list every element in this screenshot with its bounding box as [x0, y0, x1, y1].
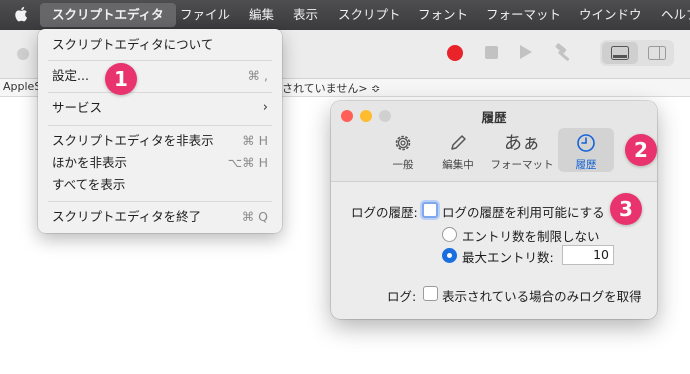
tab-history[interactable]: 履歴 [558, 128, 614, 172]
menu-item-shortcut: ⌘ Q [241, 209, 268, 224]
menu-item-label: スクリプトエディタについて [52, 37, 214, 52]
menu-file[interactable]: ファイル [180, 7, 230, 23]
menu-item-label: スクリプトエディタを非表示 [52, 133, 214, 148]
element-selector[interactable]: されていません> ≎ [282, 80, 380, 96]
menu-script-editor[interactable]: スクリプトエディタ [52, 7, 164, 23]
app-menu-dropdown: スクリプトエディタについて 設定... ⌘ , サービス › スクリプトエディタ… [38, 29, 282, 233]
menu-bar: スクリプトエディタ ファイル 編集 表示 スクリプト フォント フォーマット ウ… [0, 0, 690, 30]
tab-editing[interactable]: 編集中 [430, 128, 486, 172]
menu-format[interactable]: フォーマット [486, 7, 561, 23]
language-selector[interactable]: AppleS [3, 80, 41, 93]
pencil-icon [451, 135, 466, 150]
max-entries-field[interactable]: 10 [562, 245, 614, 265]
menu-item-shortcut: ⌘ H [242, 133, 268, 148]
menu-script[interactable]: スクリプト [338, 7, 401, 23]
step-badge-1: 1 [105, 63, 137, 95]
menu-item-settings[interactable]: 設定... ⌘ , [52, 66, 268, 86]
tab-label: 履歴 [575, 159, 597, 171]
view-toggle[interactable] [600, 40, 674, 66]
menu-item-about[interactable]: スクリプトエディタについて [52, 35, 268, 55]
menu-item-show-all[interactable]: すべてを表示 [52, 175, 268, 195]
menu-font[interactable]: フォント [418, 7, 468, 23]
menu-view[interactable]: 表示 [293, 7, 318, 23]
menu-separator [48, 125, 272, 126]
history-label: ログの履歴: [351, 205, 418, 220]
step-badge-3: 3 [610, 193, 642, 225]
menu-item-label: スクリプトエディタを終了 [52, 209, 202, 224]
menu-item-label: 設定... [52, 68, 89, 83]
stop-button[interactable] [485, 46, 498, 59]
menu-separator [48, 201, 272, 202]
unlimited-entries-radio[interactable] [442, 227, 457, 242]
side-pane-icon[interactable] [648, 46, 666, 60]
tab-formatting[interactable]: あぁ フォーマット [491, 128, 554, 172]
menu-item-shortcut: ⌥⌘ H [227, 155, 268, 170]
chevron-right-icon: › [262, 100, 268, 115]
menu-item-hide[interactable]: スクリプトエディタを非表示 ⌘ H [52, 131, 268, 151]
menu-item-quit[interactable]: スクリプトエディタを終了 ⌘ Q [52, 207, 268, 227]
log-only-visible-label: 表示されている場合のみログを取得 [442, 289, 642, 304]
menu-edit[interactable]: 編集 [249, 7, 274, 23]
clock-icon [577, 134, 595, 152]
max-entries-radio[interactable] [442, 248, 457, 263]
menu-item-shortcut: ⌘ , [247, 68, 268, 83]
enable-history-label: ログの履歴を利用可能にする [442, 205, 605, 220]
compile-hammer-icon[interactable] [551, 41, 575, 65]
record-button[interactable] [447, 45, 463, 61]
max-entries-label: 最大エントリ数: [462, 250, 554, 265]
menu-item-label: すべてを表示 [52, 177, 126, 192]
menu-separator [48, 92, 272, 93]
menu-separator [48, 60, 272, 61]
window-close-dot[interactable] [17, 48, 29, 60]
menu-item-label: サービス [52, 100, 103, 115]
preferences-window: 履歴 一般 編集中 あぁ フォーマット 履歴 ログの履歴: ログの履歴を利用可能… [331, 101, 657, 319]
gear-icon [395, 135, 411, 151]
menu-item-services[interactable]: サービス › [52, 98, 268, 118]
menu-window[interactable]: ウインドウ [579, 7, 642, 23]
log-only-visible-checkbox[interactable] [423, 286, 438, 301]
step-badge-2: 2 [625, 134, 657, 166]
apple-icon[interactable] [14, 5, 30, 23]
window-title: 履歴 [481, 110, 507, 125]
unlimited-entries-label: エントリ数を制限しない [462, 229, 600, 244]
run-button[interactable] [520, 45, 532, 59]
menu-item-hide-others[interactable]: ほかを非表示 ⌥⌘ H [52, 153, 268, 173]
log-label: ログ: [387, 289, 417, 304]
menu-help[interactable]: ヘルプ [661, 7, 690, 23]
text-format-icon: あぁ [504, 133, 540, 154]
menu-item-label: ほかを非表示 [52, 155, 128, 170]
enable-history-checkbox[interactable] [422, 202, 438, 218]
bottom-pane-icon[interactable] [611, 46, 629, 60]
